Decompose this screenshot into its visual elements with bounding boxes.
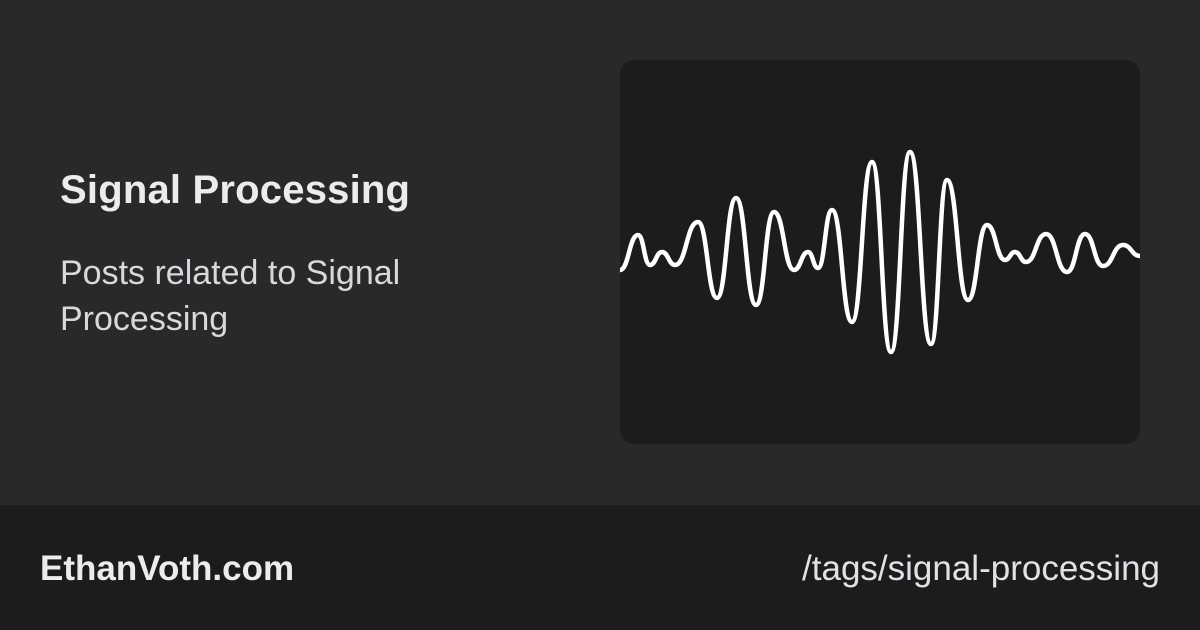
tag-description: Posts related to Signal Processing bbox=[60, 254, 401, 338]
waveform-icon bbox=[620, 149, 1140, 355]
og-card-main: Signal Processing Posts related to Signa… bbox=[0, 0, 1200, 505]
site-name: EthanVoth.com bbox=[40, 549, 295, 588]
footer-bar: EthanVoth.com /tags/signal-processing bbox=[0, 505, 1200, 630]
waveform-line bbox=[620, 149, 1140, 355]
tag-title: Signal Processing bbox=[60, 168, 411, 212]
page-path: /tags/signal-processing bbox=[802, 549, 1160, 588]
waveform-panel bbox=[620, 60, 1140, 444]
